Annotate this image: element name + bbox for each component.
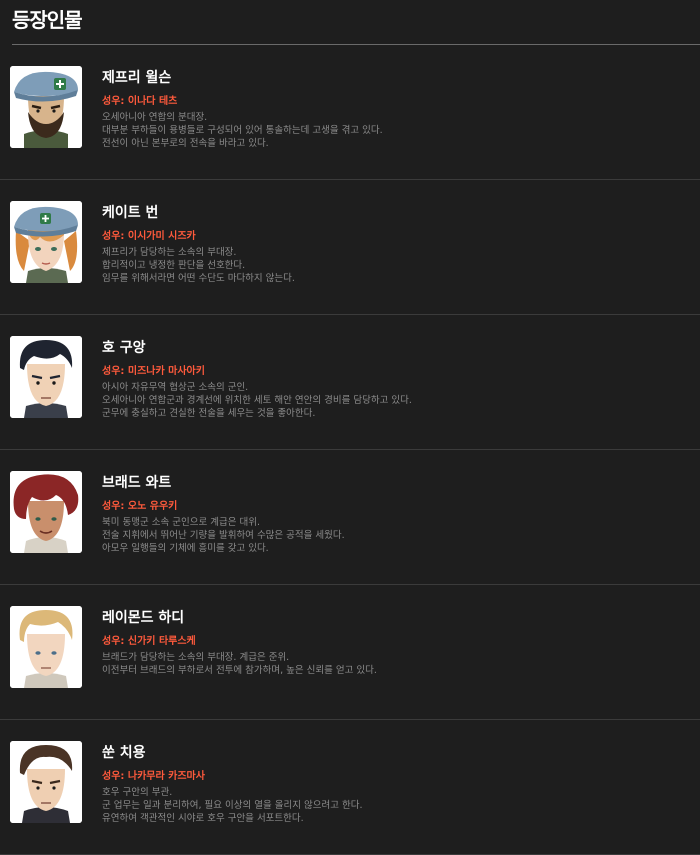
character-name: 쑨 치용 [102,745,146,761]
blond-soldier-portrait-icon [10,606,82,688]
voice-actor: 성우: 신가키 타루스케 [102,636,196,647]
description-line: 전술 지휘에서 뛰어난 기량을 발휘하여 수많은 공적을 세웠다. [102,530,345,541]
brown-haired-officer-portrait-icon [10,741,82,823]
character-name: 레이몬드 하디 [102,610,185,626]
character-description: 브래드가 담당하는 소속의 부대장. 계급은 준위. 이전부터 브래드의 부하로… [102,651,682,677]
character-name: 호 구앙 [102,340,146,356]
description-line: 아시아 자유무역 협상군 소속의 군인. [102,382,249,393]
character-description: 제프리가 담당하는 소속의 부대장. 합리적이고 냉정한 판단을 선호한다. 임… [102,246,682,285]
description-line: 오세아니아 연합군과 경계선에 위치한 세토 해안 연안의 경비를 담당하고 있… [102,395,412,406]
description-line: 군 업무는 일과 분리하여, 필요 이상의 열을 올리지 않으려고 한다. [102,800,363,811]
description-line: 유연하여 객관적인 시야로 호우 구안을 서포트한다. [102,813,304,824]
character-card: 케이트 번 성우: 이시가미 시즈카 제프리가 담당하는 소속의 부대장. 합리… [0,180,700,315]
description-line: 전선이 아닌 본부로의 전속을 바라고 있다. [102,138,269,149]
description-line: 임무를 위해서라면 어떤 수단도 마다하지 않는다. [102,273,295,284]
voice-actor: 성우: 나카무라 카즈마사 [102,771,205,782]
character-card: 호 구앙 성우: 미즈나카 마사아키 아시아 자유무역 협상군 소속의 군인. … [0,315,700,450]
voice-actor: 성우: 이시가미 시즈카 [102,231,196,242]
character-description: 오세아니아 연합의 분대장. 대부분 부하들이 용병들로 구성되어 있어 통솔하… [102,111,682,150]
character-description: 호우 구안의 부관. 군 업무는 일과 분리하여, 필요 이상의 열을 올리지 … [102,786,682,825]
character-name: 제프리 윌슨 [102,70,172,86]
voice-actor: 성우: 미즈나카 마사아키 [102,366,205,377]
description-line: 군무에 충실하고 견실한 전술을 세우는 것을 좋아한다. [102,408,316,419]
voice-actor: 성우: 오노 유우키 [102,501,178,512]
description-line: 대부분 부하들이 용병들로 구성되어 있어 통솔하는데 고생을 겪고 있다. [102,125,383,136]
description-line: 아모우 일행들의 기체에 흥미를 갖고 있다. [102,543,269,554]
character-description: 북미 동맹군 소속 군인으로 계급은 대위. 전술 지휘에서 뛰어난 기량을 발… [102,516,682,555]
voice-actor: 성우: 이나다 테츠 [102,96,178,107]
character-name: 케이트 번 [102,205,159,221]
description-line: 오세아니아 연합의 분대장. [102,112,208,123]
female-officer-portrait-icon [10,201,82,283]
description-line: 북미 동맹군 소속 군인으로 계급은 대위. [102,517,260,528]
character-card: 제프리 윌슨 성우: 이나다 테츠 오세아니아 연합의 분대장. 대부분 부하들… [0,45,700,180]
description-line: 합리적이고 냉정한 판단을 선호한다. [102,260,246,271]
character-name: 브래드 와트 [102,475,172,491]
page-title: 등장인물 [12,8,83,32]
red-haired-soldier-portrait-icon [10,471,82,553]
description-line: 제프리가 담당하는 소속의 부대장. [102,247,237,258]
character-description: 아시아 자유무역 협상군 소속의 군인. 오세아니아 연합군과 경계선에 위치한… [102,381,682,420]
character-card: 브래드 와트 성우: 오노 유우키 북미 동맹군 소속 군인으로 계급은 대위.… [0,450,700,585]
character-card: 레이몬드 하디 성우: 신가키 타루스케 브래드가 담당하는 소속의 부대장. … [0,585,700,720]
character-list: 제프리 윌슨 성우: 이나다 테츠 오세아니아 연합의 분대장. 대부분 부하들… [0,45,700,855]
description-line: 호우 구안의 부관. [102,787,173,798]
description-line: 브래드가 담당하는 소속의 부대장. 계급은 준위. [102,652,290,663]
dark-haired-soldier-portrait-icon [10,336,82,418]
bearded-officer-portrait-icon [10,66,82,148]
description-line: 이전부터 브래드의 부하로서 전투에 참가하며, 높은 신뢰를 얻고 있다. [102,665,377,676]
character-card: 쑨 치용 성우: 나카무라 카즈마사 호우 구안의 부관. 군 업무는 일과 분… [0,720,700,855]
